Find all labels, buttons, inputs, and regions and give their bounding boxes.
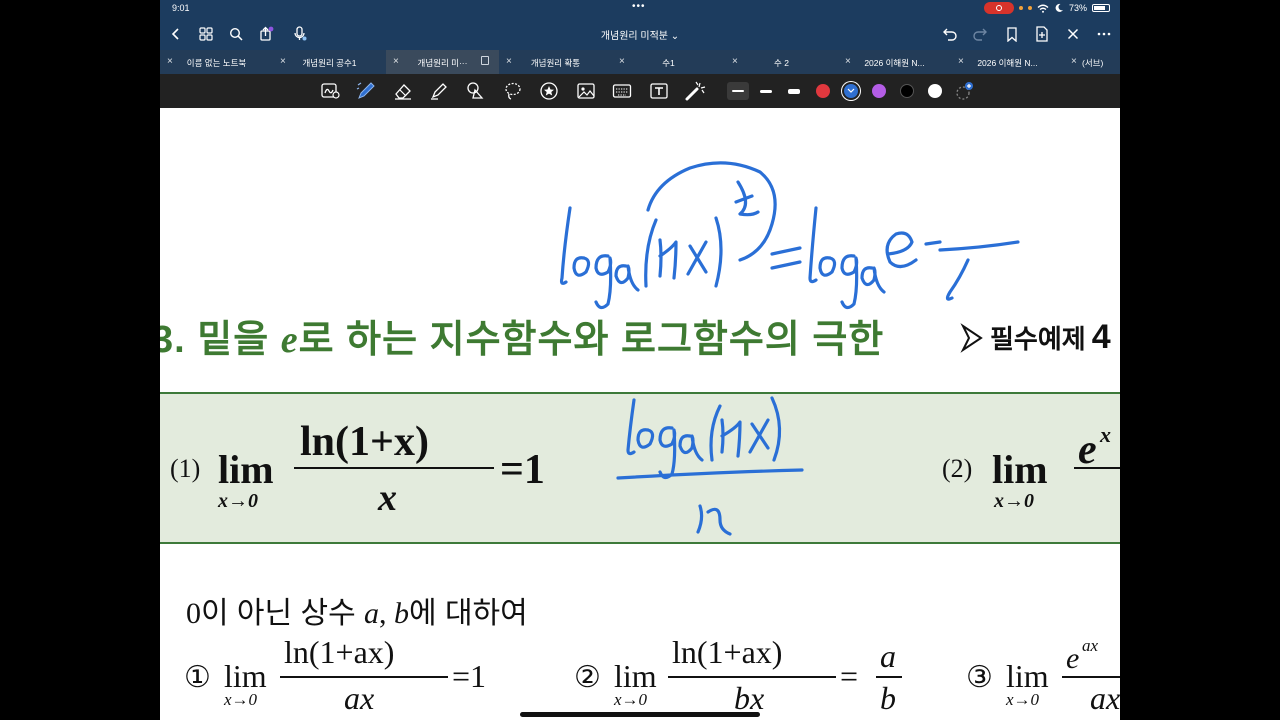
navigation-bar: 개념원리 미적분 ⌄ — [160, 18, 1120, 50]
add-page-button[interactable] — [1032, 24, 1052, 44]
tab-close-icon[interactable]: × — [1071, 56, 1077, 67]
ai-lasso-tool[interactable] — [320, 80, 342, 102]
tab-bar: × 이름 없는 노트북 × 개념원리 공수1 × 개념원리 미··· × 개념원리 확통… — [160, 50, 1120, 74]
lasso-ai-icon — [321, 83, 340, 99]
stroke-thick-button[interactable] — [783, 82, 805, 100]
tab-label: (서브) — [1082, 58, 1104, 68]
laser-pointer-icon — [685, 81, 706, 101]
color-purple[interactable] — [872, 84, 886, 98]
tab-1[interactable]: × 개념원리 공수1 — [273, 50, 386, 74]
wifi-icon — [1037, 4, 1049, 13]
status-time: 9:01 — [172, 3, 190, 13]
eraser-icon — [395, 84, 411, 100]
redo-icon — [973, 28, 987, 41]
close-toolbar-button[interactable] — [1063, 24, 1083, 44]
keyboard-icon — [612, 84, 632, 98]
redo-button[interactable] — [970, 24, 990, 44]
status-bar: 9:01 ••• 73% — [160, 0, 1120, 18]
stroke-medium-button[interactable] — [755, 82, 777, 100]
lasso-tool[interactable] — [502, 80, 524, 102]
ink-top-equation — [559, 161, 1020, 310]
status-right: 73% — [983, 2, 1110, 14]
moon-icon — [1055, 3, 1063, 12]
pen-tool[interactable] — [355, 80, 377, 102]
more-button[interactable] — [1094, 24, 1114, 44]
image-icon — [577, 83, 595, 99]
lasso-icon — [505, 82, 521, 100]
tab-7[interactable]: × 2026 이해원 N... — [951, 50, 1064, 74]
tab-0[interactable]: × 이름 없는 노트북 — [160, 50, 273, 74]
star-icon — [540, 82, 558, 100]
tab-label: 이름 없는 노트북 — [186, 58, 247, 68]
bookmark-icon — [1007, 26, 1017, 42]
keyboard-tool[interactable] — [611, 80, 633, 102]
camera-indicator-icon — [1027, 6, 1032, 10]
handwritten-ink — [559, 161, 1020, 536]
tab-label: 수 2 — [774, 58, 789, 68]
color-black[interactable] — [900, 84, 914, 98]
tab-label: 2026 이해원 N... — [977, 58, 1038, 68]
tab-label: 개념원리 확통 — [530, 58, 581, 68]
tab-label: 수1 — [662, 58, 675, 68]
bookmark-button[interactable] — [1002, 24, 1022, 44]
text-box-icon — [650, 83, 668, 99]
color-blue[interactable] — [844, 84, 858, 98]
home-indicator[interactable] — [520, 712, 760, 717]
screen-recording-icon[interactable] — [983, 2, 1014, 14]
battery-percent: 73% — [1068, 3, 1087, 13]
add-page-icon — [1036, 26, 1048, 42]
tab-4[interactable]: × 수1 — [612, 50, 725, 74]
notes-app: 9:01 ••• 73% 개념원리 미적분 ⌄ × 이름 없는 노트북 × 개념… — [160, 0, 1120, 720]
note-page[interactable]: 3. 밑을 e로 하는 지수함수와 로그함수의 극한 필수예제 4 (1) li… — [160, 108, 1120, 720]
undo-icon — [943, 28, 957, 41]
tab-label: 2026 이해원 N... — [864, 58, 925, 68]
close-icon — [1067, 28, 1079, 40]
highlighter-tool[interactable] — [428, 80, 450, 102]
tab-5[interactable]: × 수 2 — [725, 50, 838, 74]
tab-2[interactable]: × 개념원리 미··· — [386, 50, 499, 74]
tab-8[interactable]: × (서브) — [1064, 50, 1120, 74]
chevron-down-icon — [847, 88, 855, 93]
stroke-thin-button[interactable] — [727, 82, 749, 100]
more-icon — [1097, 32, 1111, 36]
laser-pointer-tool[interactable] — [684, 80, 706, 102]
ink-middle-fraction — [616, 396, 804, 536]
tab-6[interactable]: × 2026 이해원 N... — [838, 50, 951, 74]
color-white[interactable] — [928, 84, 942, 98]
shapes-icon — [467, 82, 484, 99]
text-tool[interactable] — [648, 80, 670, 102]
undo-button[interactable] — [940, 24, 960, 44]
image-tool[interactable] — [575, 80, 597, 102]
page-view-icon[interactable] — [481, 56, 489, 65]
shapes-tool[interactable] — [464, 80, 486, 102]
battery-icon — [1092, 4, 1110, 12]
sticker-tool[interactable] — [538, 80, 560, 102]
drawing-toolbar — [160, 74, 1120, 108]
tab-label: 개념원리 공수1 — [302, 58, 357, 68]
eraser-tool[interactable] — [392, 80, 414, 102]
tab-3[interactable]: × 개념원리 확통 — [499, 50, 612, 74]
add-color-button[interactable] — [954, 80, 976, 102]
pen-icon — [356, 82, 375, 99]
highlighter-icon — [431, 83, 447, 100]
add-color-icon — [956, 82, 973, 100]
multitasking-dots-icon[interactable]: ••• — [632, 1, 646, 12]
color-red[interactable] — [816, 84, 830, 98]
mic-indicator-icon — [1018, 6, 1023, 10]
